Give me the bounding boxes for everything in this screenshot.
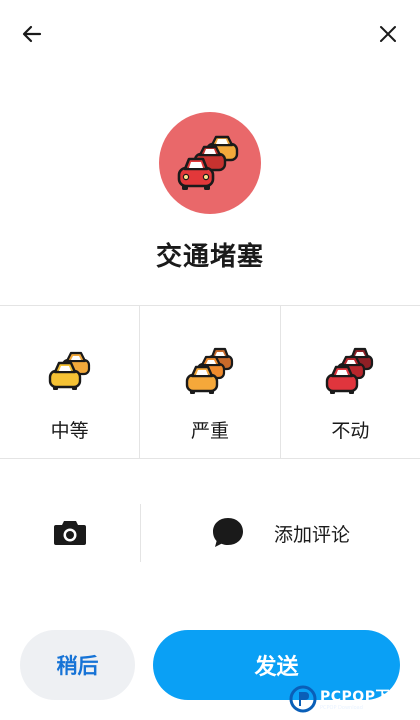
watermark-icon	[289, 685, 317, 713]
back-button[interactable]	[14, 16, 50, 52]
severity-label: 不动	[331, 420, 370, 442]
top-bar	[0, 0, 420, 64]
close-icon	[380, 26, 396, 42]
watermark-subtext: PCPOP Download	[320, 705, 363, 711]
add-comment-label: 添加评论	[274, 524, 351, 546]
speech-bubble-icon	[213, 518, 243, 547]
watermark-text: PCPOP下载	[320, 689, 405, 705]
attachment-actions: 添加评论	[0, 500, 420, 564]
close-button[interactable]	[370, 16, 406, 52]
cars-moderate-icon	[48, 342, 92, 400]
report-title: 交通堵塞	[155, 242, 264, 272]
severity-label: 中等	[50, 420, 89, 442]
later-button[interactable]: 稍后	[20, 630, 135, 700]
report-type-header: 交通堵塞	[0, 100, 420, 273]
severity-options: 中等 严重 不动	[0, 305, 420, 459]
severity-option-moderate[interactable]: 中等	[0, 306, 141, 458]
arrow-left-icon	[22, 25, 42, 43]
camera-icon	[54, 521, 86, 545]
cars-standstill-icon	[325, 342, 375, 400]
traffic-jam-badge	[159, 112, 261, 214]
severity-option-heavy[interactable]: 严重	[140, 306, 281, 458]
watermark-logo: PCPOP下载 PCPOP Download	[288, 681, 418, 717]
add-photo-button[interactable]	[0, 500, 140, 564]
add-comment-button[interactable]: 添加评论	[141, 500, 420, 564]
cars-heavy-icon	[185, 342, 235, 400]
severity-label: 严重	[190, 420, 229, 442]
traffic-jam-cars-icon	[177, 135, 239, 190]
severity-option-standstill[interactable]: 不动	[281, 306, 420, 458]
